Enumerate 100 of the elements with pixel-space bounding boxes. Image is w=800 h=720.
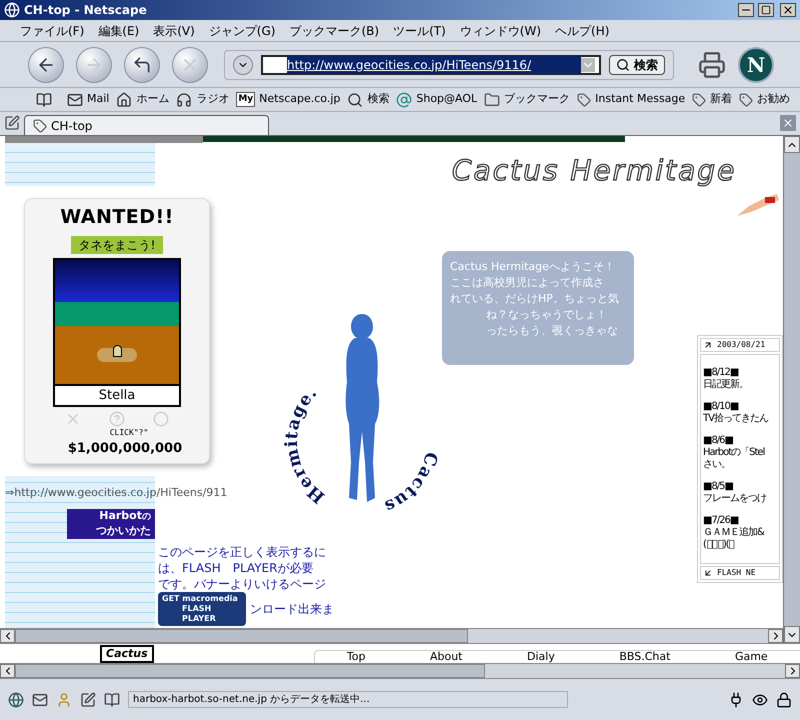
toolbar-link[interactable]: Mail bbox=[67, 91, 110, 108]
toolbar-link[interactable]: ブックマーク bbox=[484, 91, 570, 108]
bubble-text: Cactus Hermitageへようこそ！ bbox=[450, 259, 616, 275]
url-field[interactable]: http://www.geocities.co.jp/HiTeens/9116/ bbox=[261, 54, 601, 74]
pet-name: Stella bbox=[53, 386, 181, 407]
window-title: CH-top - Netscape bbox=[24, 2, 148, 19]
eye-icon[interactable] bbox=[752, 692, 768, 708]
toolbar-link[interactable]: 検索 bbox=[347, 91, 390, 108]
badge-text: FLASH bbox=[181, 604, 212, 614]
tag-icon bbox=[739, 92, 754, 106]
news-entry-date: ■8/10■ bbox=[703, 401, 740, 413]
menu-item[interactable]: ブックマーク(B) bbox=[289, 22, 380, 40]
toolbar-link[interactable]: お勧め bbox=[739, 91, 790, 108]
app-icon bbox=[4, 2, 20, 18]
flash-player-badge[interactable]: GET macromedia FLASH PLAYER bbox=[158, 592, 246, 626]
toolbar-link[interactable]: ラジオ bbox=[176, 91, 230, 108]
toolbar-label: ホーム bbox=[136, 91, 170, 108]
arrow-icon[interactable] bbox=[703, 340, 713, 350]
news-entry-text: TV拾ってきたん bbox=[703, 413, 770, 425]
printer-icon[interactable] bbox=[698, 50, 726, 78]
minimize-button[interactable] bbox=[738, 3, 754, 17]
toolbar-label: 新着 bbox=[710, 91, 732, 108]
forward-button[interactable] bbox=[76, 46, 112, 82]
menu-item[interactable]: 編集(E) bbox=[98, 22, 140, 40]
news-entry-date: ■8/12■ bbox=[703, 367, 740, 378]
toolbar-link[interactable]: Instant Message bbox=[577, 91, 686, 108]
back-button[interactable] bbox=[28, 46, 64, 82]
bubble-text: れている、だらけHP。ちょっと気 bbox=[450, 291, 620, 307]
toolbar-label: Shop@AOL bbox=[416, 91, 478, 108]
menu-item[interactable]: ヘルプ(H) bbox=[555, 22, 610, 40]
nav-link[interactable]: About bbox=[430, 651, 462, 663]
my-badge: My bbox=[236, 92, 256, 108]
toolbar-label: Instant Message bbox=[595, 91, 686, 108]
arrow-icon[interactable] bbox=[703, 568, 713, 578]
stop-button[interactable] bbox=[172, 46, 208, 82]
sidebar-toggle-icon[interactable] bbox=[36, 92, 52, 108]
book-icon[interactable] bbox=[104, 692, 120, 708]
toolbar-link[interactable]: Shop@AOL bbox=[396, 91, 478, 108]
close-icon bbox=[782, 4, 794, 16]
reload-button[interactable] bbox=[124, 46, 160, 82]
news-entry-text: ＧＡＭＥ追加& bbox=[703, 527, 766, 539]
news-entry-text: 日記更新。 bbox=[703, 379, 749, 391]
click-hint: CLICK"?" bbox=[110, 427, 148, 439]
close-button[interactable] bbox=[780, 3, 796, 17]
toolbar-link[interactable]: My Netscape.co.jp bbox=[236, 91, 340, 108]
menu-item[interactable]: ジャンプ(G) bbox=[208, 22, 276, 40]
new-tab-icon[interactable] bbox=[4, 115, 20, 131]
history-dropdown[interactable] bbox=[233, 54, 253, 74]
toolbar-label: Mail bbox=[87, 91, 110, 108]
news-entry-date: ■8/5■ bbox=[703, 481, 734, 493]
close-tab-button[interactable] bbox=[780, 115, 796, 131]
tag-icon bbox=[692, 92, 706, 106]
news-entry-text: フレームをつけ bbox=[703, 493, 768, 505]
menu-item[interactable]: ファイル(F) bbox=[20, 22, 84, 40]
toolbar-label: ラジオ bbox=[196, 91, 230, 108]
harbot-logo: Harbotの bbox=[99, 509, 151, 524]
maximize-icon bbox=[761, 5, 771, 15]
menu-item[interactable]: ツール(T) bbox=[393, 22, 446, 40]
at-sign-icon bbox=[396, 92, 412, 108]
status-text: harbox-harbot.so-net.ne.jp からデータを転送中... bbox=[128, 691, 568, 708]
tag-icon bbox=[577, 92, 592, 106]
maximize-button[interactable] bbox=[758, 3, 774, 17]
news-entry-date: ■7/26■ bbox=[703, 515, 739, 527]
harbot-banner[interactable]: Harbotの つかいかた bbox=[67, 509, 155, 539]
nav-link[interactable]: Game bbox=[734, 651, 768, 663]
toolbar-link[interactable]: ホーム bbox=[116, 91, 170, 108]
mail-icon bbox=[67, 92, 83, 108]
compose-icon[interactable] bbox=[80, 692, 96, 708]
close-icon bbox=[782, 117, 794, 129]
toolbar-label: ブックマーク bbox=[504, 91, 570, 108]
netscape-logo[interactable]: N bbox=[738, 46, 774, 82]
toolbar-link[interactable]: 新着 bbox=[692, 91, 732, 108]
cactus-logo[interactable]: Cactus bbox=[100, 645, 154, 663]
horizontal-scrollbar[interactable] bbox=[0, 628, 783, 643]
tag-icon bbox=[33, 118, 47, 132]
seed-banner[interactable]: タネをまこう! bbox=[70, 236, 164, 254]
toolbar-label: 検索 bbox=[367, 91, 390, 108]
mail-icon[interactable] bbox=[32, 692, 48, 708]
vertical-scrollbar[interactable] bbox=[783, 136, 800, 643]
card-title: WANTED!! bbox=[60, 205, 174, 230]
browser-tab[interactable]: CH-top bbox=[24, 115, 269, 135]
flash-notice-line: このページを正しく表示するに bbox=[158, 544, 327, 560]
horizontal-scrollbar[interactable] bbox=[0, 663, 800, 678]
price-text: $1,000,000,000 bbox=[68, 440, 182, 458]
lock-icon[interactable] bbox=[776, 692, 792, 708]
menu-item[interactable]: ウィンドウ(W) bbox=[460, 22, 542, 40]
bubble-text: ね？なっちゃうでしょ！ bbox=[485, 307, 608, 323]
globe-icon[interactable] bbox=[8, 692, 24, 708]
harbot-caption: つかいかた bbox=[96, 524, 151, 537]
nav-link[interactable]: Dialy bbox=[527, 651, 555, 663]
site-link[interactable]: ⇒http://www.geocities.co.jp/HiTeens/911 bbox=[5, 485, 228, 502]
nav-link[interactable]: Top bbox=[346, 651, 366, 663]
headphones-icon bbox=[176, 92, 192, 108]
wanted-card[interactable]: WANTED!! タネをまこう! Stella CLICK"?" $1,000,000,000 bbox=[24, 198, 210, 464]
news-entry-text: Harbotの「Stel bbox=[703, 447, 766, 459]
news-entry-text: さい。 bbox=[703, 459, 731, 471]
nav-link[interactable]: BBS.Chat bbox=[619, 651, 670, 663]
search-button[interactable]: 検索 bbox=[609, 54, 665, 74]
news-date: 2003/08/21 bbox=[717, 339, 766, 351]
menu-item[interactable]: 表示(V) bbox=[153, 22, 195, 40]
